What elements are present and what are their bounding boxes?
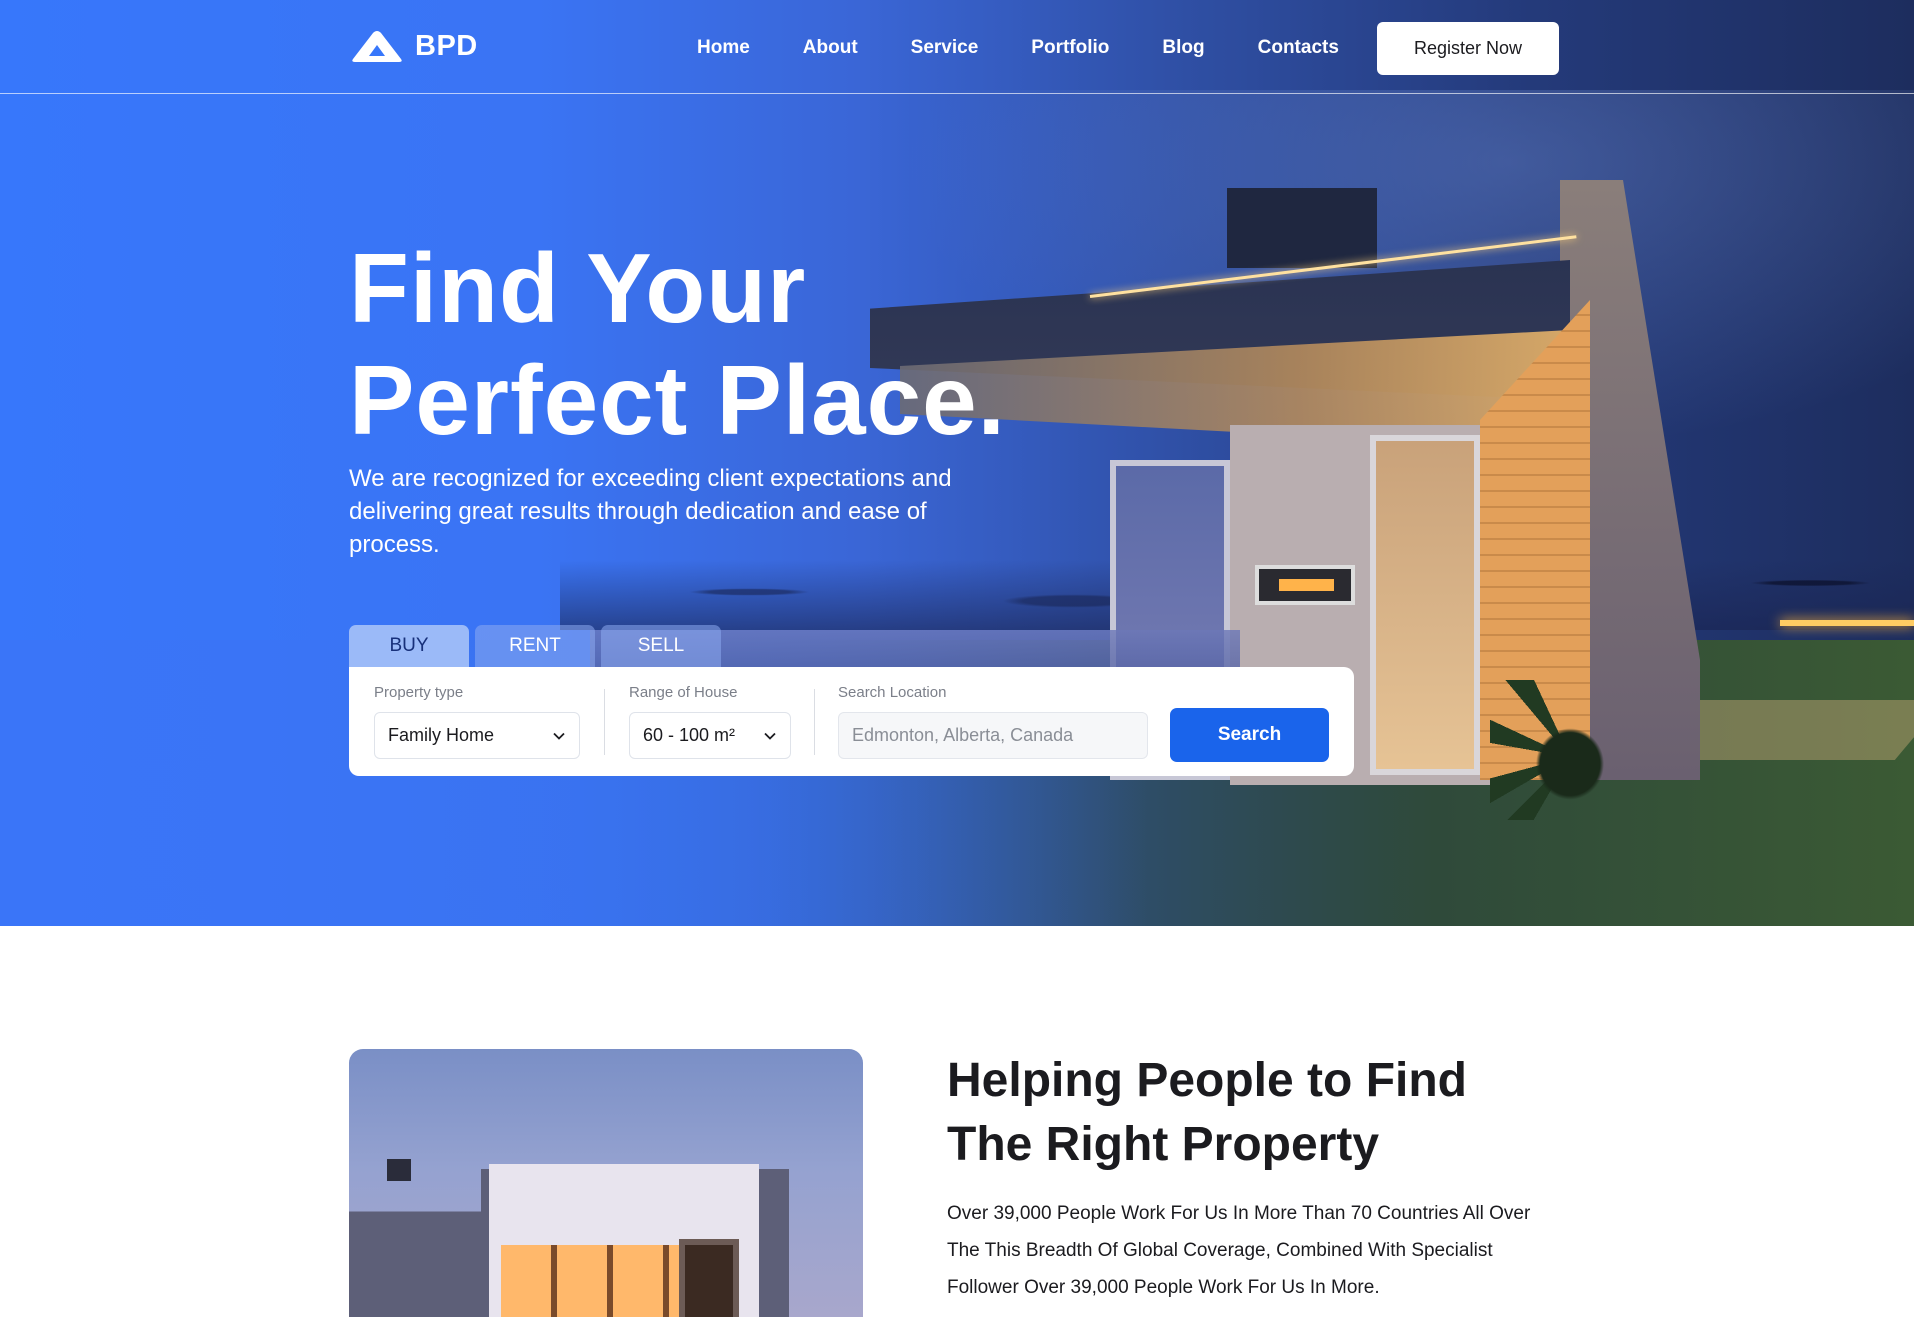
register-button[interactable]: Register Now <box>1377 22 1559 75</box>
hero-title: Find Your Perfect Place. <box>349 232 1006 456</box>
location-label: Search Location <box>838 684 947 701</box>
garden-lights <box>1780 620 1914 626</box>
nav-about[interactable]: About <box>803 37 858 59</box>
palm-tree <box>1490 680 1650 820</box>
nav-home[interactable]: Home <box>697 37 750 59</box>
about-house-image <box>349 1049 863 1317</box>
hero-subtitle: We are recognized for exceeding client e… <box>349 465 952 558</box>
logo-text: BPD <box>415 29 478 62</box>
range-label: Range of House <box>629 684 738 701</box>
nav-service[interactable]: Service <box>911 37 979 59</box>
about-title: Helping People to Find The Right Propert… <box>947 1049 1467 1177</box>
chevron-down-icon <box>553 732 565 740</box>
logo-triangle-icon <box>352 31 402 62</box>
range-value: 60 - 100 m² <box>643 725 736 745</box>
property-type-label: Property type <box>374 684 464 701</box>
property-type-value: Family Home <box>388 725 495 745</box>
search-location-input[interactable] <box>838 712 1148 759</box>
nav-contacts[interactable]: Contacts <box>1258 37 1339 59</box>
field-divider <box>814 689 815 755</box>
search-button[interactable]: Search <box>1170 708 1329 762</box>
hero-title-line2: Perfect Place. <box>349 345 1006 455</box>
about-title-line1: Helping People to Find <box>947 1054 1467 1107</box>
hero-section: BPD Home About Service Portfolio Blog Co… <box>0 0 1914 926</box>
nav-blog[interactable]: Blog <box>1162 37 1204 59</box>
nav-portfolio[interactable]: Portfolio <box>1031 37 1109 59</box>
tab-sell[interactable]: SELL <box>601 625 721 667</box>
about-title-line2: The Right Property <box>947 1118 1380 1171</box>
field-divider <box>604 689 605 755</box>
search-tabs: BUY RENT SELL <box>349 625 721 667</box>
tab-rent[interactable]: RENT <box>475 625 595 667</box>
tab-buy[interactable]: BUY <box>349 625 469 667</box>
property-search-box: Property type Family Home Range of House… <box>349 667 1354 776</box>
chevron-down-icon <box>764 732 776 740</box>
about-text: Over 39,000 People Work For Us In More T… <box>947 1203 1531 1298</box>
property-type-select[interactable]: Family Home <box>374 712 580 759</box>
main-nav: Home About Service Portfolio Blog Contac… <box>697 37 1392 59</box>
logo[interactable]: BPD <box>349 29 478 63</box>
hero-title-line1: Find Your <box>349 233 807 343</box>
range-select[interactable]: 60 - 100 m² <box>629 712 791 759</box>
site-header: BPD Home About Service Portfolio Blog Co… <box>0 0 1914 94</box>
